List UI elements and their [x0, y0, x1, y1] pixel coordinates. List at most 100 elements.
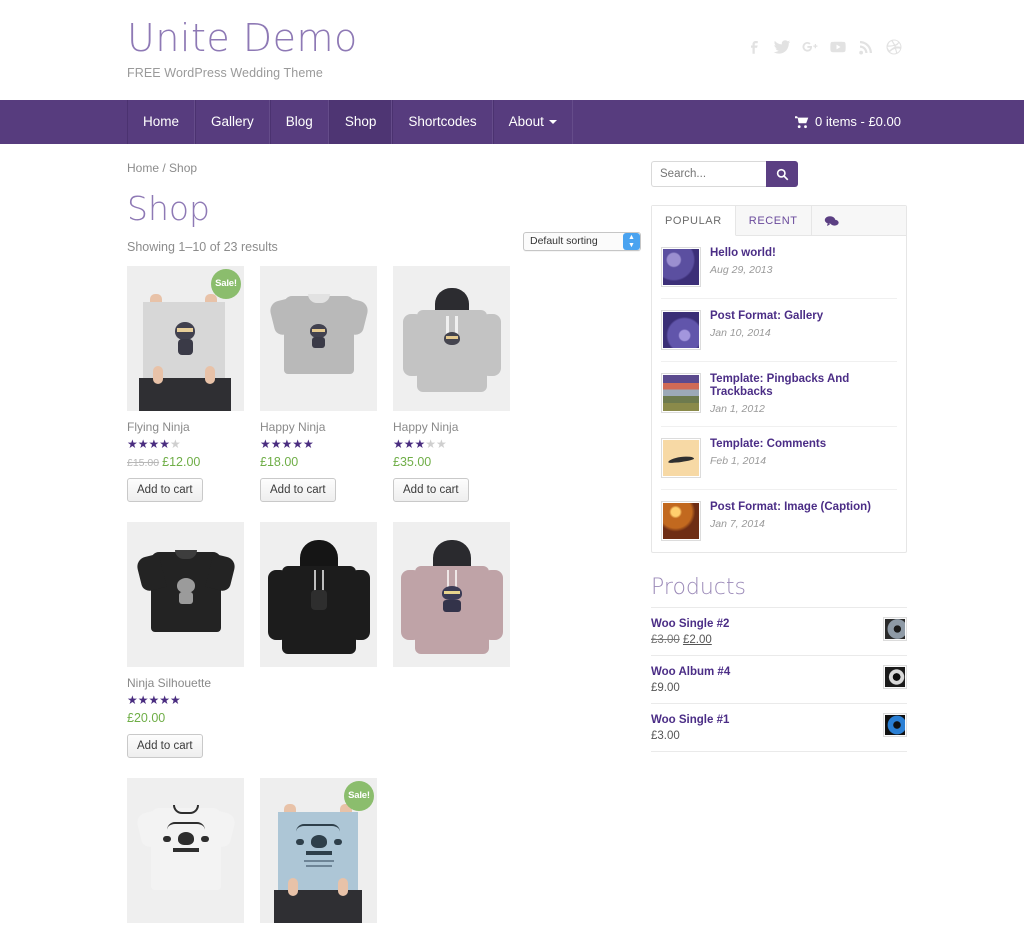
widget-product-name[interactable]: Woo Album #4: [651, 665, 730, 679]
product-name[interactable]: Happy Ninja: [260, 420, 377, 434]
cart-summary[interactable]: 0 items - £0.00: [795, 100, 901, 144]
product-name[interactable]: Ninja Silhouette: [127, 676, 244, 690]
widget-product-thumbnail: [883, 665, 907, 689]
product-image[interactable]: [127, 778, 244, 923]
search-button[interactable]: [766, 161, 798, 187]
add-to-cart-button[interactable]: Add to cart: [393, 478, 469, 502]
nav-item-shop[interactable]: Shop: [328, 100, 393, 144]
list-item[interactable]: Hello world! Aug 29, 2013: [661, 236, 897, 299]
tab-popular[interactable]: POPULAR: [652, 206, 736, 236]
nav-item-home[interactable]: Home: [127, 100, 196, 144]
add-to-cart-button[interactable]: Add to cart: [127, 734, 203, 758]
widget-product-thumbnail: [883, 713, 907, 737]
list-item[interactable]: Template: Pingbacks And Trackbacks Jan 1…: [661, 362, 897, 427]
post-title[interactable]: Template: Comments: [710, 438, 826, 451]
widget-product-old-price: £3.00: [651, 634, 680, 646]
post-title[interactable]: Template: Pingbacks And Trackbacks: [710, 373, 897, 399]
sale-badge: Sale!: [344, 781, 374, 811]
posts-tabs-widget: POPULAR RECENT Hello world! Aug 29, 2013…: [651, 205, 907, 553]
cart-icon: [795, 115, 809, 128]
nav-item-about-label: About: [508, 114, 544, 129]
post-thumbnail: [661, 310, 701, 350]
product-card[interactable]: Sale! Flying Ninja ★★★★★ £15.00 £12.00 A…: [127, 266, 244, 502]
product-rating: ★★★★★: [260, 437, 314, 451]
product-image[interactable]: [127, 522, 244, 667]
twitter-icon[interactable]: [773, 38, 791, 56]
post-date: Jan 10, 2014: [710, 327, 771, 339]
product-image[interactable]: Sale!: [127, 266, 244, 411]
post-title[interactable]: Post Format: Image (Caption): [710, 501, 871, 514]
product-rating: ★★★★★: [393, 437, 447, 451]
product-image[interactable]: Sale!: [260, 778, 377, 923]
result-count: Showing 1–10 of 23 results: [127, 240, 278, 254]
cart-label: 0 items - £0.00: [815, 114, 901, 129]
product-rating: ★★★★★: [127, 693, 181, 707]
product-image[interactable]: [260, 266, 377, 411]
page-title: Shop: [127, 189, 210, 228]
nav-item-blog[interactable]: Blog: [269, 100, 329, 144]
google-plus-icon[interactable]: [801, 38, 819, 56]
product-name[interactable]: Flying Ninja: [127, 420, 244, 434]
product-image[interactable]: [260, 522, 377, 667]
nav-item-gallery[interactable]: Gallery: [195, 100, 270, 144]
sorting-select[interactable]: Default sorting ▲ ▼: [523, 232, 641, 251]
results-toolbar: Showing 1–10 of 23 results Default sorti…: [127, 232, 641, 254]
search-widget: [651, 161, 907, 187]
list-item[interactable]: Woo Single #1 £3.00: [651, 704, 907, 752]
product-current-price: £20.00: [127, 711, 166, 725]
tab-recent[interactable]: RECENT: [736, 206, 812, 235]
search-icon: [776, 168, 788, 180]
products-widget-title: Products: [651, 575, 746, 600]
post-title[interactable]: Post Format: Gallery: [710, 310, 823, 323]
comments-icon[interactable]: [812, 206, 851, 235]
youtube-icon[interactable]: [829, 38, 847, 56]
product-card[interactable]: Happy Ninja ★★★★★ £35.00 Add to cart: [393, 266, 510, 502]
sale-badge: Sale!: [211, 269, 241, 299]
popular-posts-list: Hello world! Aug 29, 2013 Post Format: G…: [652, 236, 906, 552]
list-item[interactable]: Template: Comments Feb 1, 2014: [661, 427, 897, 490]
post-title[interactable]: Hello world!: [710, 247, 776, 260]
product-card[interactable]: Ninja Silhouette ★★★★★ £20.00 Add to car…: [127, 522, 244, 758]
comments-bubble-icon: [824, 216, 839, 227]
product-price: £18.00: [260, 455, 377, 469]
widget-product-current-price: £3.00: [651, 730, 680, 742]
facebook-icon[interactable]: [745, 38, 763, 56]
nav-item-shortcodes[interactable]: Shortcodes: [392, 100, 493, 144]
list-item[interactable]: Post Format: Gallery Jan 10, 2014: [661, 299, 897, 362]
widget-product-thumbnail: [883, 617, 907, 641]
chevron-down-icon: [548, 120, 557, 125]
search-input[interactable]: [651, 161, 766, 187]
product-card[interactable]: Happy Ninja ★★★★★ £18.00 Add to cart: [260, 266, 377, 502]
sorting-select-value: Default sorting: [530, 235, 598, 247]
widget-product-price: £9.00: [651, 682, 730, 694]
widget-product-name[interactable]: Woo Single #1: [651, 713, 729, 727]
widget-product-price: £3.00 £2.00: [651, 634, 729, 646]
rss-icon[interactable]: [857, 38, 875, 56]
sidebar: POPULAR RECENT: [651, 161, 907, 943]
product-name[interactable]: Happy Ninja: [393, 420, 510, 434]
products-widget-list: Woo Single #2 £3.00 £2.00 Woo Album #4 £…: [651, 607, 907, 752]
list-item[interactable]: Post Format: Image (Caption) Jan 7, 2014: [661, 490, 897, 552]
product-card[interactable]: [393, 522, 510, 758]
product-card[interactable]: Sale!: [260, 778, 377, 923]
post-thumbnail: [661, 373, 701, 413]
product-image[interactable]: [393, 266, 510, 411]
list-item[interactable]: Woo Single #2 £3.00 £2.00: [651, 608, 907, 656]
add-to-cart-button[interactable]: Add to cart: [260, 478, 336, 502]
breadcrumb[interactable]: Home / Shop: [127, 161, 641, 175]
product-card[interactable]: [127, 778, 244, 923]
product-card[interactable]: [260, 522, 377, 758]
add-to-cart-button[interactable]: Add to cart: [127, 478, 203, 502]
widget-product-name[interactable]: Woo Single #2: [651, 617, 729, 631]
site-title: Unite Demo: [127, 16, 358, 60]
post-thumbnail: [661, 438, 701, 478]
site-branding[interactable]: Unite Demo FREE WordPress Wedding Theme: [127, 17, 358, 80]
widget-product-current-price: £2.00: [682, 634, 712, 646]
nav-item-about[interactable]: About: [492, 100, 573, 144]
select-arrows-icon: ▲ ▼: [623, 233, 640, 250]
list-item[interactable]: Woo Album #4 £9.00: [651, 656, 907, 704]
dribbble-icon[interactable]: [885, 38, 903, 56]
product-image[interactable]: [393, 522, 510, 667]
post-date: Feb 1, 2014: [710, 455, 767, 467]
content-area: Home / Shop Shop Showing 1–10 of 23 resu…: [117, 144, 907, 943]
